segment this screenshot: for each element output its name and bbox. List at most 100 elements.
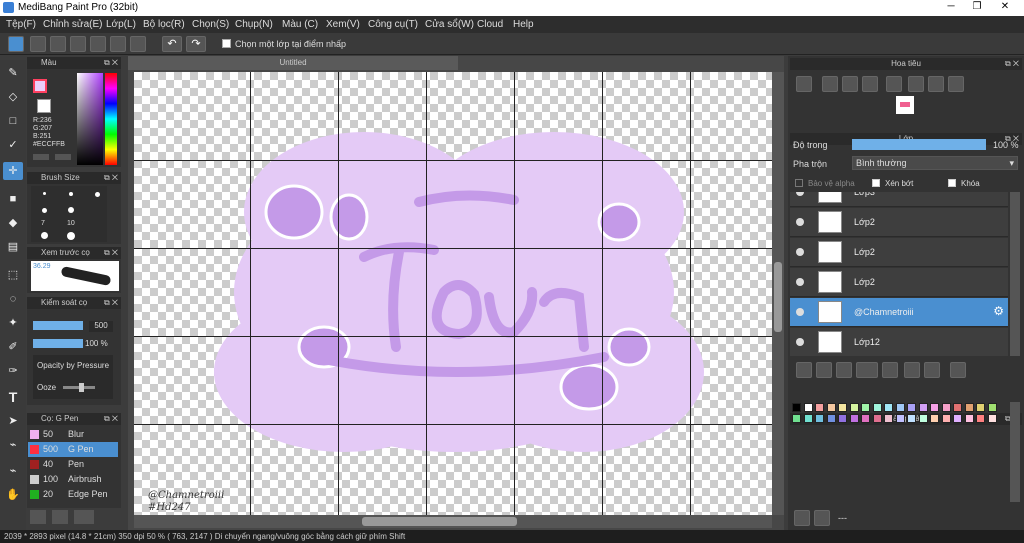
palette-swatch[interactable]	[918, 403, 928, 412]
bucket-tool-icon[interactable]: ◆	[3, 214, 23, 232]
brush-settings-icon[interactable]	[52, 510, 68, 524]
color-mode-button-2[interactable]	[55, 154, 71, 160]
add-layer-menu-icon[interactable]	[856, 362, 878, 378]
new-layer-1bit-icon[interactable]	[836, 362, 852, 378]
palette-swatch[interactable]	[872, 414, 882, 423]
palette-swatch[interactable]	[849, 403, 859, 412]
cloud-icon[interactable]	[8, 36, 24, 52]
sub-color-swatch[interactable]	[37, 99, 51, 113]
dropper2-tool-icon[interactable]: ⌁	[3, 462, 23, 480]
document-tab[interactable]: Untitled	[128, 56, 458, 70]
palette-swatch[interactable]	[976, 414, 985, 423]
horizontal-scroll-thumb[interactable]	[362, 517, 517, 526]
undo-icon[interactable]: ↶	[162, 36, 182, 52]
menu-tools[interactable]: Công cụ(T)	[368, 19, 418, 30]
fit-icon[interactable]	[842, 76, 858, 92]
document-icon[interactable]	[70, 36, 86, 52]
select-layer-checkbox[interactable]	[222, 39, 231, 48]
palette-swatch[interactable]	[884, 414, 893, 423]
palette-swatch[interactable]	[815, 414, 824, 423]
new-layer-icon[interactable]	[796, 362, 812, 378]
zoom-out-icon[interactable]	[822, 76, 838, 92]
hand-tool-icon[interactable]: ✋	[3, 486, 23, 504]
layer-row[interactable]: Lớp3	[790, 192, 1008, 207]
close-button[interactable]: ✕	[990, 0, 1020, 14]
saturation-picker[interactable]	[77, 73, 103, 165]
layer-row[interactable]: Lớp2	[790, 208, 1008, 237]
eye-icon[interactable]	[796, 248, 804, 256]
palette-swatch[interactable]	[953, 403, 962, 412]
dropper-tool-icon[interactable]: ⌁	[3, 436, 23, 454]
list-icon[interactable]	[90, 36, 106, 52]
palette-swatch[interactable]	[872, 403, 882, 412]
menu-filter[interactable]: Bộ lọc(R)	[143, 19, 185, 30]
brush-size-grid[interactable]: 7 10	[31, 186, 107, 242]
brush-tool-icon[interactable]: ✎	[3, 64, 23, 82]
protect-alpha-checkbox[interactable]	[795, 179, 803, 187]
eye-icon[interactable]	[796, 278, 804, 286]
reset-rotation-icon[interactable]	[908, 76, 924, 92]
duplicate-layer-icon[interactable]	[904, 362, 920, 378]
minimize-button[interactable]: ─	[938, 0, 964, 14]
palette-swatch[interactable]	[815, 403, 824, 412]
panel-close-icon[interactable]: ⧉ ✕	[104, 57, 118, 69]
palette-swatch[interactable]	[987, 414, 997, 423]
shape-tool-icon[interactable]: ■	[3, 190, 23, 208]
panel-close-icon[interactable]: ⧉ ✕	[1005, 58, 1019, 70]
palette-swatch[interactable]	[803, 403, 813, 412]
panel-icon[interactable]	[130, 36, 146, 52]
size-slider[interactable]	[33, 321, 83, 330]
panel-close-icon[interactable]: ⧉ ✕	[104, 172, 118, 184]
palette-swatch[interactable]	[941, 414, 951, 423]
rotate-left-icon[interactable]	[886, 76, 902, 92]
size-dot[interactable]	[95, 192, 100, 197]
layer-row[interactable]: @Chamnetroiii ⚙	[790, 298, 1008, 327]
menu-snap[interactable]: Chụp(N)	[235, 19, 273, 30]
palette-swatch[interactable]	[907, 414, 916, 423]
rotate-right-icon[interactable]	[928, 76, 944, 92]
palette-swatch[interactable]	[826, 414, 836, 423]
delete-layer-icon[interactable]	[950, 362, 966, 378]
select-eraser-icon[interactable]: ✑	[3, 362, 23, 380]
palette-swatch[interactable]	[953, 414, 962, 423]
horizontal-scrollbar[interactable]	[134, 515, 772, 528]
menu-color[interactable]: Màu (C)	[282, 19, 318, 30]
zoom-in-icon[interactable]	[796, 76, 812, 92]
brush-list-item[interactable]: 40Pen (Shadow)	[28, 457, 118, 484]
opacity-slider[interactable]	[33, 339, 83, 348]
menu-cloud[interactable]: Cloud	[477, 19, 503, 30]
fill-tool-icon[interactable]: ✓	[3, 136, 23, 154]
palette-swatch[interactable]	[838, 403, 847, 412]
color-mode-button[interactable]	[33, 154, 49, 160]
eraser-tool-icon[interactable]: ◇	[3, 88, 23, 106]
brush-list-item[interactable]: 50 Blur	[28, 427, 118, 442]
gear-icon[interactable]: ⚙	[993, 304, 1004, 318]
brush-list-item[interactable]: 100 Airbrush	[28, 472, 118, 487]
operation-tool-icon[interactable]: ➤	[3, 412, 23, 430]
brush-menu-icon[interactable]	[74, 510, 94, 524]
brush-list-item[interactable]: 500 G Pen	[28, 442, 118, 457]
menu-edit[interactable]: Chỉnh sửa(E)	[43, 19, 103, 30]
palette-swatch[interactable]	[941, 403, 951, 412]
size-dot[interactable]	[42, 208, 47, 213]
size-dot[interactable]	[68, 207, 74, 213]
palette-swatch[interactable]	[907, 403, 916, 412]
layer-opacity-slider[interactable]	[852, 139, 986, 150]
comment-icon[interactable]	[50, 36, 66, 52]
palette-swatch[interactable]	[930, 403, 939, 412]
select-tool-icon[interactable]: ⬚	[3, 266, 23, 284]
menu-view[interactable]: Xem(V)	[326, 19, 360, 30]
move-tool-icon[interactable]: ✛	[3, 162, 23, 180]
palette-swatch[interactable]	[930, 414, 939, 423]
palette-swatch[interactable]	[803, 414, 813, 423]
actual-size-icon[interactable]	[862, 76, 878, 92]
palette-swatch[interactable]	[884, 403, 893, 412]
palette-swatch[interactable]	[895, 414, 905, 423]
panel-close-icon[interactable]: ⧉ ✕	[104, 297, 118, 309]
layer-scrollbar[interactable]	[1010, 192, 1020, 356]
menu-file[interactable]: Tệp(F)	[6, 19, 36, 30]
menu-help[interactable]: Help	[513, 19, 534, 30]
size-dot[interactable]	[43, 192, 46, 195]
palette-swatch[interactable]	[849, 414, 859, 423]
size-value[interactable]: 500	[89, 321, 113, 332]
